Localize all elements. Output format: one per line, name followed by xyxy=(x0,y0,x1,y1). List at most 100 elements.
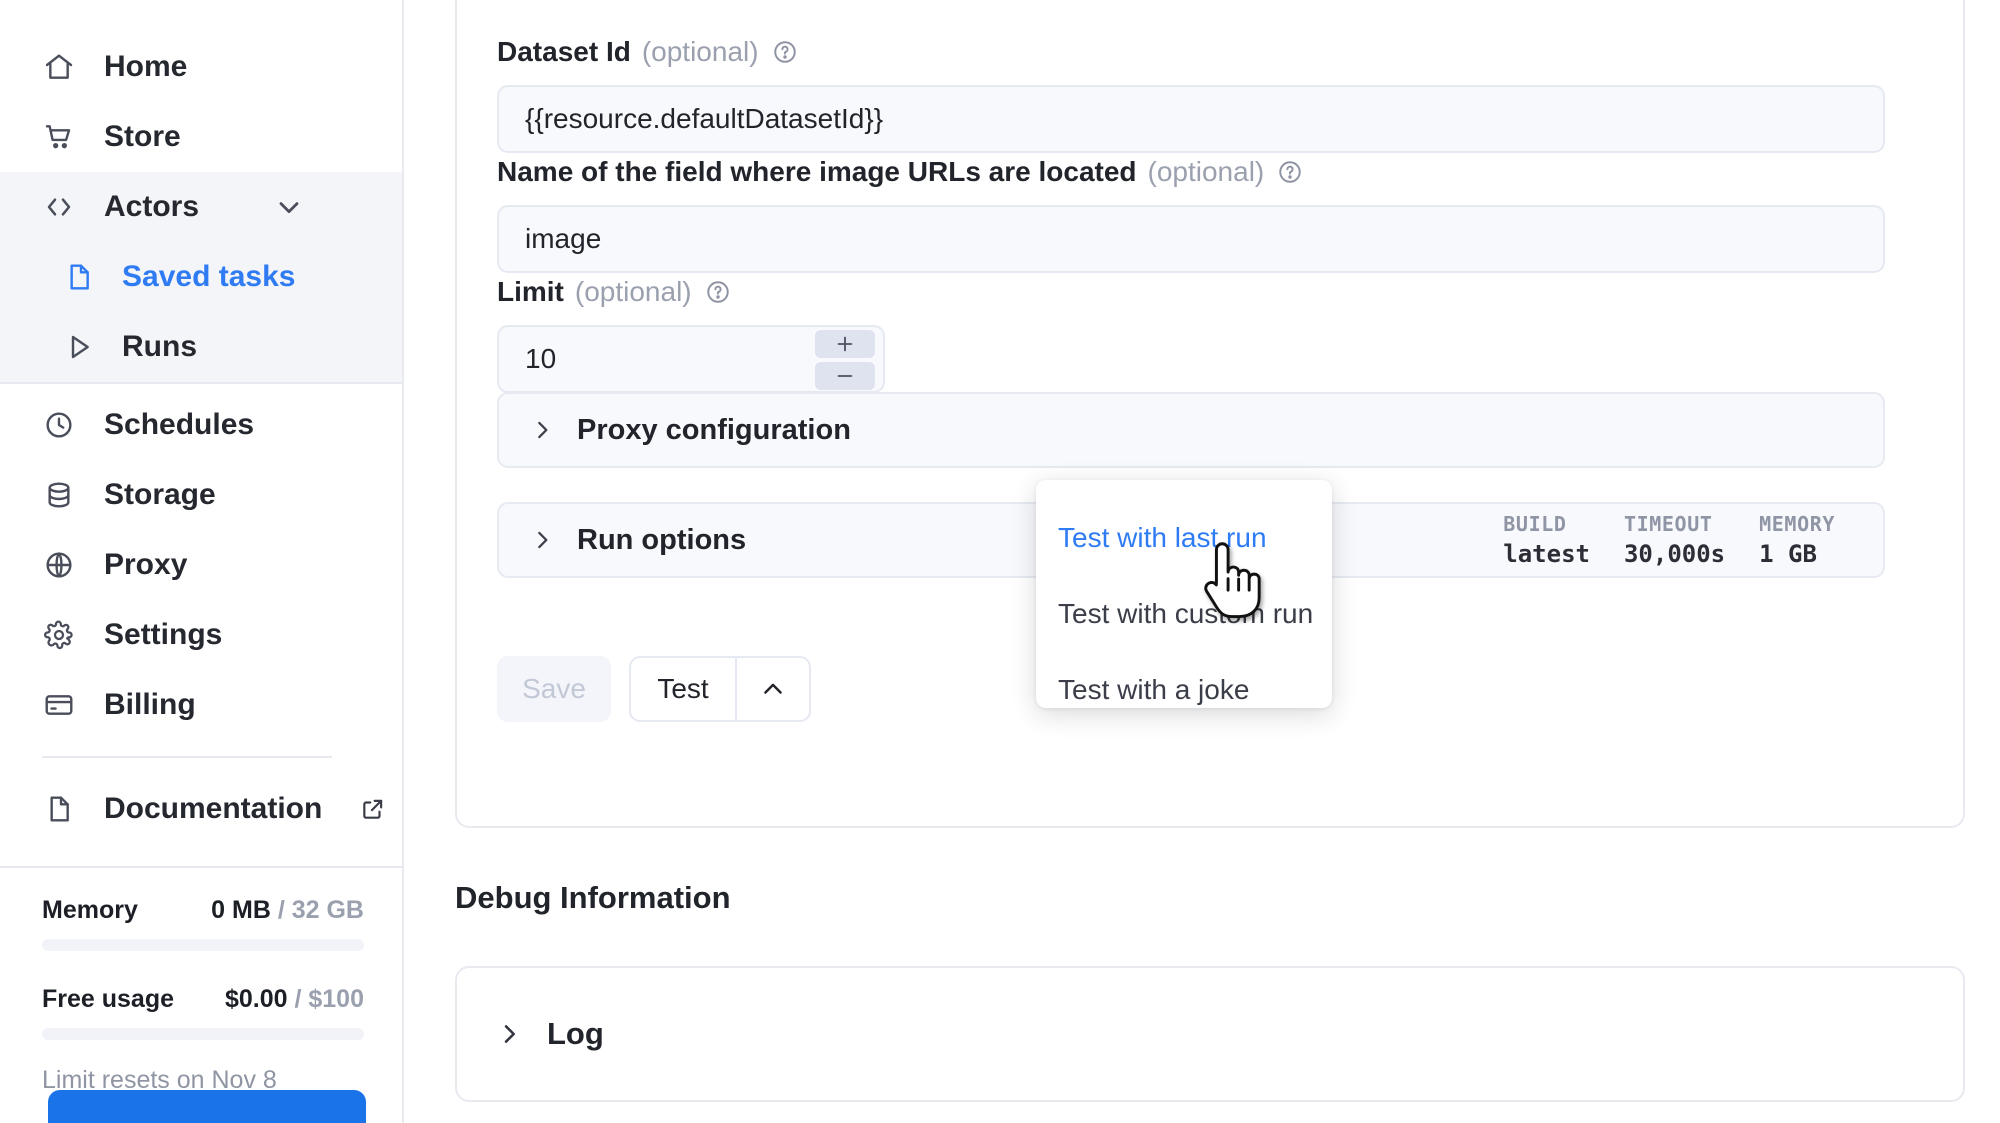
app-root: Home Store Actors xyxy=(0,0,2000,1123)
help-icon[interactable] xyxy=(1277,159,1303,185)
clock-icon xyxy=(42,408,76,442)
sidebar-item-label: Billing xyxy=(104,688,196,722)
meta-build: BUILD latest xyxy=(1503,512,1590,568)
sidebar-item-label: Proxy xyxy=(104,548,187,582)
field-optional-text: (optional) xyxy=(1148,156,1265,188)
help-icon[interactable] xyxy=(705,279,731,305)
sidebar-item-saved-tasks[interactable]: Saved tasks xyxy=(0,242,402,312)
cart-icon xyxy=(42,120,76,154)
sidebar-group-actors: Actors Saved tasks Runs xyxy=(0,172,402,384)
sidebar-item-label: Documentation xyxy=(104,792,322,826)
limit-value: 10 xyxy=(525,343,556,375)
field-label: Dataset Id (optional) xyxy=(497,36,1885,68)
sidebar-item-actors[interactable]: Actors xyxy=(0,172,402,242)
field-optional-text: (optional) xyxy=(575,276,692,308)
sidebar-item-proxy[interactable]: Proxy xyxy=(0,530,402,600)
menu-item-test-with-a-joke[interactable]: Test with a joke xyxy=(1036,652,1332,728)
dataset-id-input[interactable]: {{resource.defaultDatasetId}} xyxy=(497,85,1885,153)
free-usage-value: $0.00 / $100 xyxy=(225,985,364,1014)
test-options-dropdown: Test with last run Test with custom run … xyxy=(1036,480,1332,708)
field-label-text: Limit xyxy=(497,276,564,308)
memory-value: 0 MB / 32 GB xyxy=(211,896,364,925)
globe-icon xyxy=(42,548,76,582)
meta-key: MEMORY xyxy=(1759,512,1835,536)
meta-key: BUILD xyxy=(1503,512,1590,536)
field-image-url-field-name: Name of the field where image URLs are l… xyxy=(497,156,1885,273)
main-content: Dataset Id (optional) {{resource.default… xyxy=(406,0,2000,1123)
chevron-up-icon[interactable] xyxy=(737,658,809,720)
sidebar-item-label: Saved tasks xyxy=(122,260,295,294)
meta-timeout: TIMEOUT 30,000s xyxy=(1624,512,1725,568)
log-title: Log xyxy=(547,1016,604,1052)
meta-memory: MEMORY 1 GB xyxy=(1759,512,1835,568)
meta-value: 30,000s xyxy=(1624,540,1725,568)
sidebar-item-label: Home xyxy=(104,50,187,84)
sidebar-item-label: Runs xyxy=(122,330,197,364)
image-field-name-input[interactable]: image xyxy=(497,205,1885,273)
field-dataset-id: Dataset Id (optional) {{resource.default… xyxy=(497,36,1885,153)
memory-label: Memory xyxy=(42,896,138,925)
database-icon xyxy=(42,478,76,512)
free-usage-progress-bar xyxy=(42,1028,364,1040)
action-button-row: Save Test xyxy=(497,656,811,722)
memory-progress-bar xyxy=(42,939,364,951)
chevron-right-icon xyxy=(529,417,555,443)
sidebar-item-storage[interactable]: Storage xyxy=(0,460,402,530)
file-icon xyxy=(42,792,76,826)
test-button[interactable]: Test xyxy=(631,658,737,720)
field-label: Name of the field where image URLs are l… xyxy=(497,156,1885,188)
meta-key: TIMEOUT xyxy=(1624,512,1725,536)
save-button[interactable]: Save xyxy=(497,656,611,722)
field-limit: Limit (optional) 10 xyxy=(497,276,1885,393)
free-usage-label: Free usage xyxy=(42,985,174,1014)
menu-item-test-with-custom-run[interactable]: Test with custom run xyxy=(1036,576,1332,652)
home-icon xyxy=(42,50,76,84)
sidebar-item-store[interactable]: Store xyxy=(0,102,402,172)
sidebar-item-label: Actors xyxy=(104,190,199,224)
page-section-title: Debug Information xyxy=(455,880,731,916)
meta-value: latest xyxy=(1503,540,1590,568)
collapsible-proxy-configuration[interactable]: Proxy configuration xyxy=(497,392,1885,468)
credit-card-icon xyxy=(42,688,76,722)
code-brackets-icon xyxy=(42,190,76,224)
sidebar-item-label: Storage xyxy=(104,478,216,512)
help-icon[interactable] xyxy=(772,39,798,65)
limit-stepper[interactable]: 10 xyxy=(497,325,885,393)
collapsible-log[interactable]: Log xyxy=(455,966,1965,1102)
test-button-group: Test xyxy=(629,656,811,722)
play-icon xyxy=(62,330,96,364)
chevron-right-icon xyxy=(529,527,555,553)
increment-button[interactable] xyxy=(815,330,875,358)
usage-panel: Memory 0 MB / 32 GB Free usage $0.00 / $… xyxy=(0,866,402,1123)
sidebar-item-label: Schedules xyxy=(104,408,254,442)
sidebar-nav: Home Store Actors xyxy=(0,0,402,880)
sidebar-item-runs[interactable]: Runs xyxy=(0,312,402,382)
meta-value: 1 GB xyxy=(1759,540,1835,568)
sidebar-item-home[interactable]: Home xyxy=(0,32,402,102)
decrement-button[interactable] xyxy=(815,362,875,390)
gear-icon xyxy=(42,618,76,652)
chevron-right-icon xyxy=(495,1020,523,1048)
menu-item-test-with-last-run[interactable]: Test with last run xyxy=(1036,500,1332,576)
free-usage-row: Free usage $0.00 / $100 xyxy=(42,985,364,1014)
sidebar-item-schedules[interactable]: Schedules xyxy=(0,390,402,460)
sidebar-item-settings[interactable]: Settings xyxy=(0,600,402,670)
sidebar-item-billing[interactable]: Billing xyxy=(0,670,402,740)
file-icon xyxy=(62,260,96,294)
sidebar-item-label: Settings xyxy=(104,618,222,652)
image-field-name-value: image xyxy=(525,223,601,255)
sidebar-divider xyxy=(42,756,332,758)
sidebar-item-documentation[interactable]: Documentation xyxy=(0,774,402,844)
sidebar: Home Store Actors xyxy=(0,0,404,1123)
field-optional-text: (optional) xyxy=(642,36,759,68)
memory-usage-row: Memory 0 MB / 32 GB xyxy=(42,896,364,925)
field-label-text: Dataset Id xyxy=(497,36,631,68)
dataset-id-value: {{resource.defaultDatasetId}} xyxy=(525,103,883,135)
upgrade-cta-button[interactable] xyxy=(48,1090,366,1123)
stepper-buttons xyxy=(815,330,875,390)
run-options-meta: BUILD latest TIMEOUT 30,000s MEMORY 1 GB xyxy=(1503,512,1853,568)
external-link-icon xyxy=(360,796,386,822)
field-label: Limit (optional) xyxy=(497,276,1885,308)
chevron-down-icon[interactable] xyxy=(272,190,306,224)
field-label-text: Name of the field where image URLs are l… xyxy=(497,156,1137,188)
